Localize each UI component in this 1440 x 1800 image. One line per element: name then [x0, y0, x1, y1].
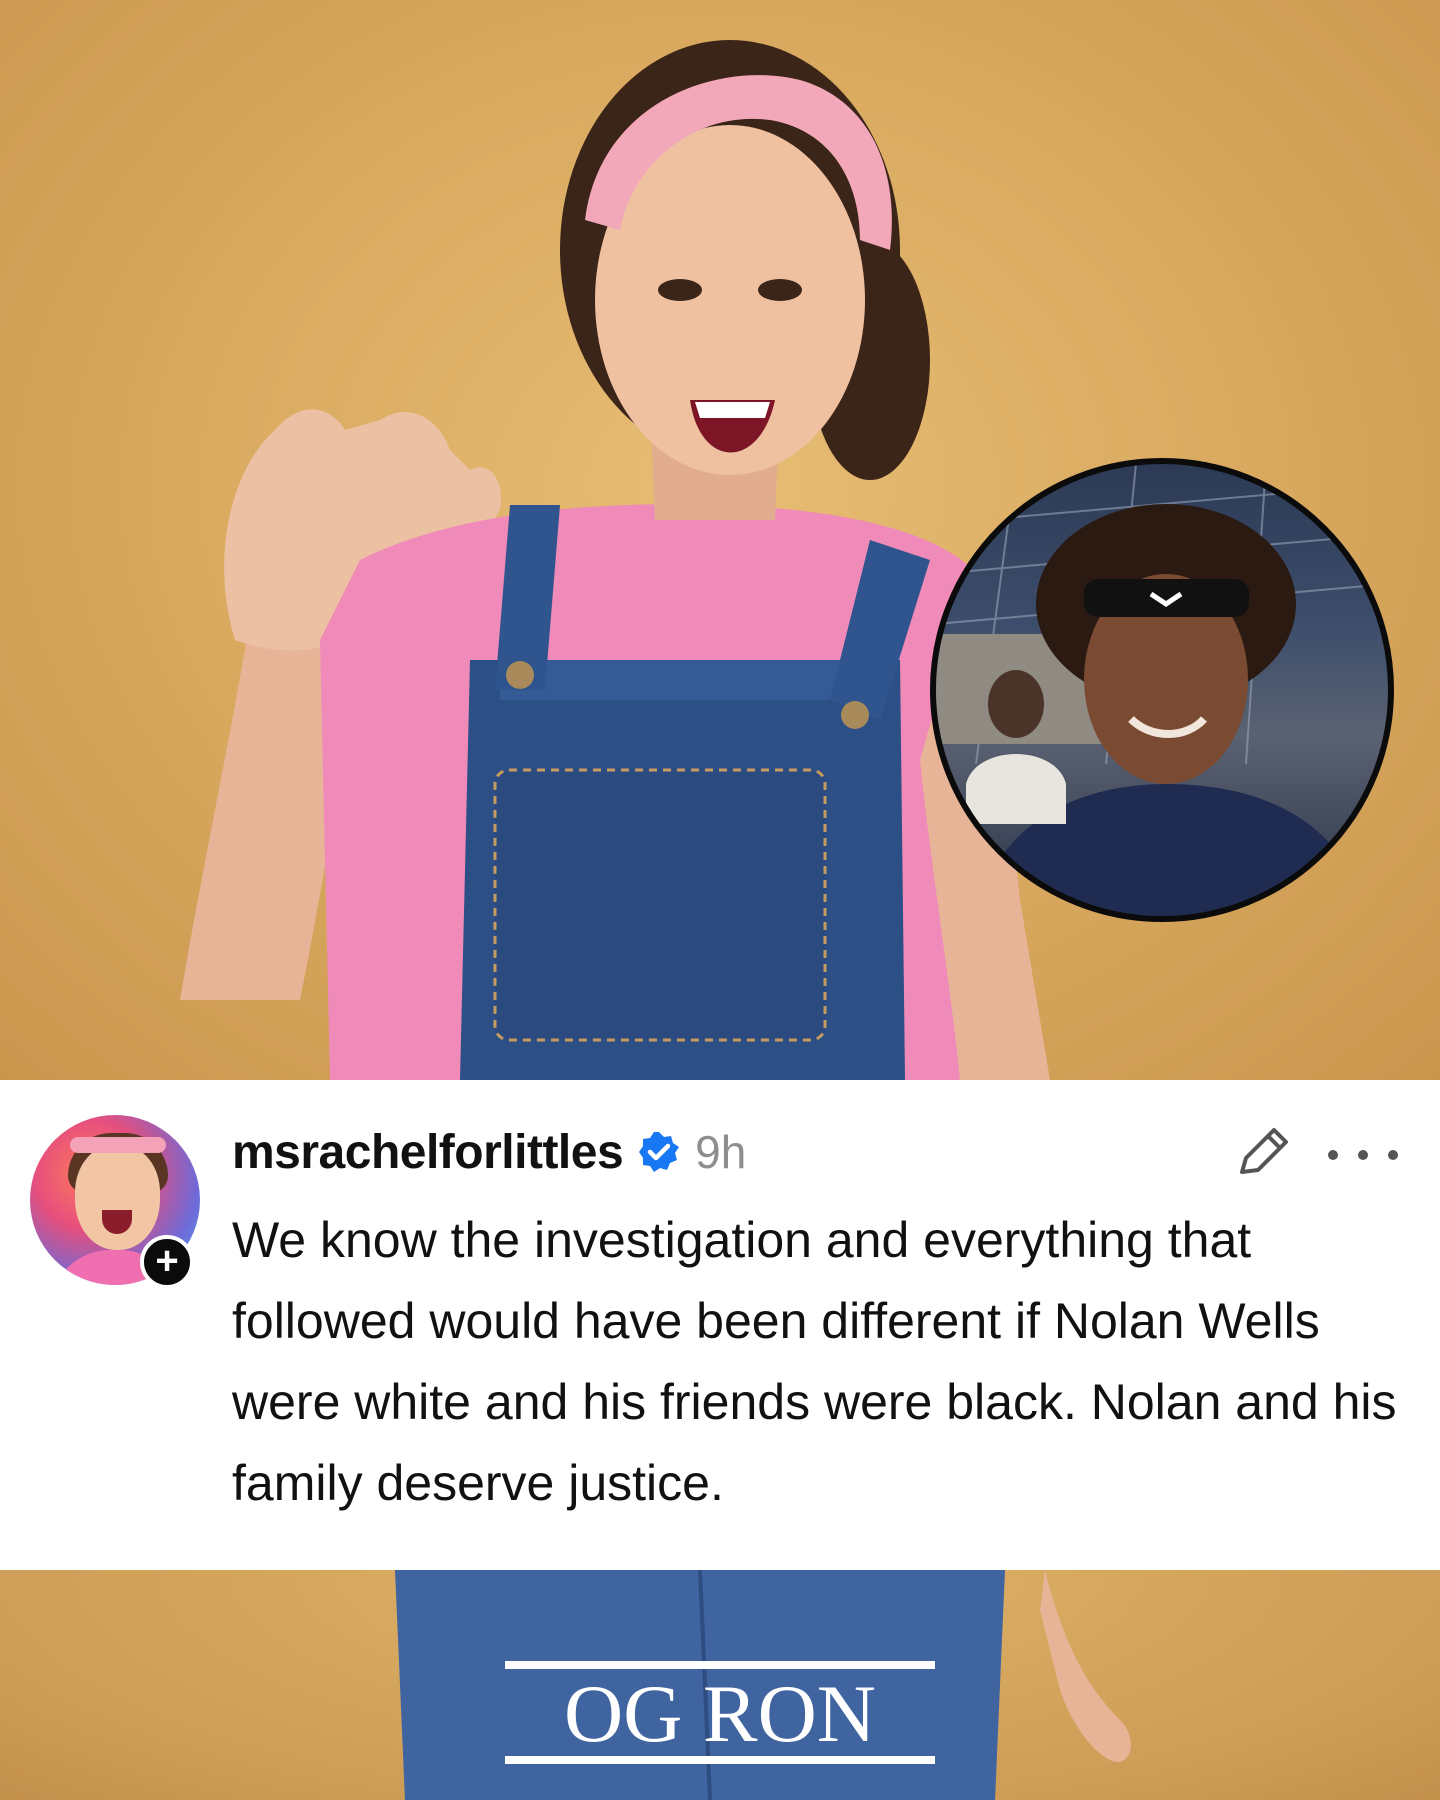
post-timestamp: 9h [695, 1126, 747, 1178]
hero-photo [0, 0, 1440, 1080]
more-options-icon[interactable] [1318, 1140, 1408, 1170]
avatar-headband [70, 1137, 166, 1153]
post-header: msrachelforlittles 9h [232, 1122, 746, 1182]
pencil-icon[interactable] [1232, 1122, 1294, 1184]
follow-plus-icon[interactable]: + [140, 1235, 194, 1289]
username[interactable]: msrachelforlittles [232, 1125, 624, 1180]
young-man-portrait-illustration [936, 464, 1388, 916]
verified-badge-icon [639, 1132, 680, 1172]
watermark: OG RON [563, 1668, 877, 1759]
avatar-face [75, 1145, 160, 1250]
watermark-line-bottom [505, 1756, 935, 1764]
post-card: + msrachelforlittles 9h We know the inve… [0, 1080, 1440, 1570]
inset-portrait-photo [930, 458, 1394, 922]
post-body-text: We know the investigation and everything… [232, 1212, 1397, 1511]
